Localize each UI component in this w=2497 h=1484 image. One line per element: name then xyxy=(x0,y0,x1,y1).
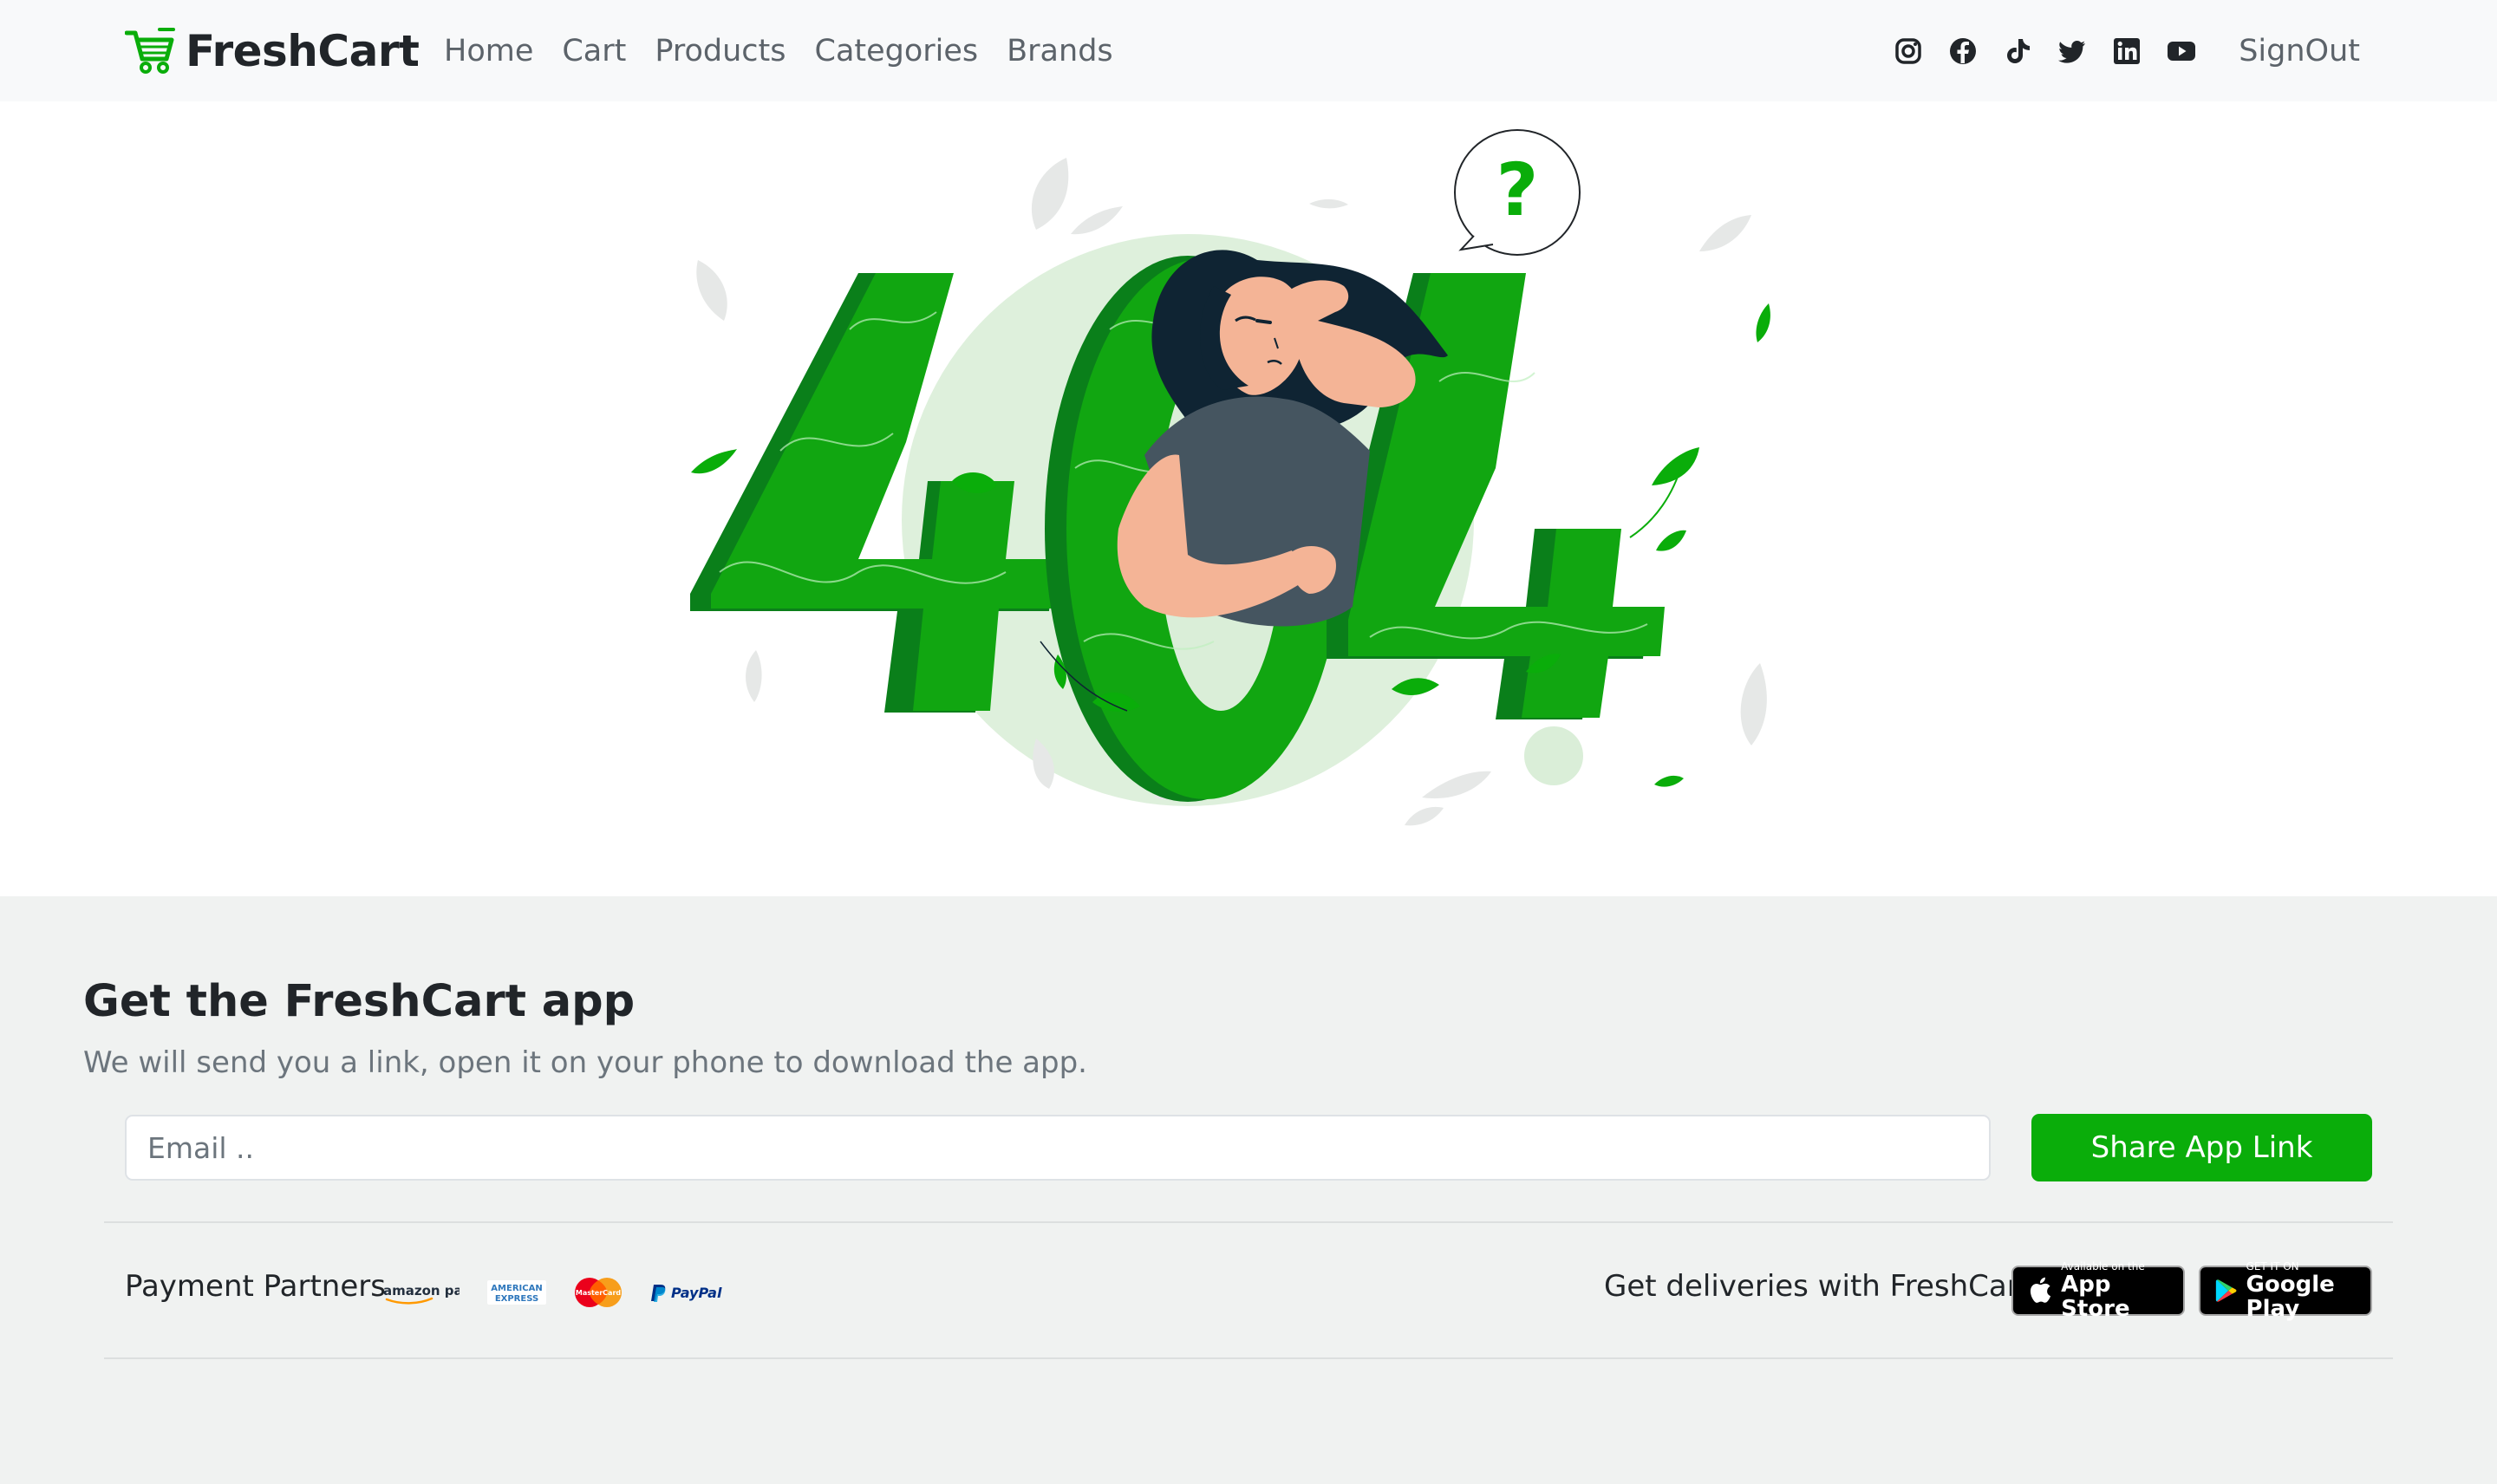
nav-link-home[interactable]: Home xyxy=(444,31,533,71)
footer: Get the FreshCart app We will send you a… xyxy=(0,896,2497,1484)
twitter-icon[interactable] xyxy=(2057,36,2087,66)
american-express-logo: AMERICAN EXPRESS xyxy=(487,1279,546,1305)
app-promo-title: Get the FreshCart app xyxy=(83,976,636,1027)
google-play-small-text: GET IT ON xyxy=(2246,1260,2299,1272)
footer-divider-bottom xyxy=(104,1357,2393,1359)
google-play-big-text: Google Play xyxy=(2246,1272,2335,1322)
nav-link-cart[interactable]: Cart xyxy=(562,31,626,71)
svg-text:amazon pay: amazon pay xyxy=(383,1283,460,1298)
linkedin-icon[interactable] xyxy=(2112,36,2142,66)
app-promo-subtitle: We will send you a link, open it on your… xyxy=(83,1045,1087,1080)
instagram-icon[interactable] xyxy=(1894,36,1923,66)
svg-text:PayPal: PayPal xyxy=(671,1285,722,1301)
app-store-small-text: Available on the xyxy=(2061,1260,2145,1272)
facebook-icon[interactable] xyxy=(1948,36,1978,66)
get-deliveries-label: Get deliveries with FreshCart xyxy=(1604,1269,2031,1304)
share-app-link-button[interactable]: Share App Link xyxy=(2031,1114,2372,1181)
apple-icon xyxy=(2030,1277,2051,1303)
nav-link-categories[interactable]: Categories xyxy=(815,31,979,71)
svg-text:EXPRESS: EXPRESS xyxy=(495,1294,538,1304)
payment-partners-label: Payment Partners xyxy=(125,1269,386,1304)
svg-text:AMERICAN: AMERICAN xyxy=(491,1284,542,1293)
main-nav: Home Cart Products Categories Brands xyxy=(444,31,1142,71)
svg-text:MasterCard: MasterCard xyxy=(576,1289,622,1297)
app-store-big-text: App Store xyxy=(2061,1272,2130,1322)
signout-link[interactable]: SignOut xyxy=(2239,31,2360,71)
youtube-icon[interactable] xyxy=(2167,36,2196,66)
app-store-badge[interactable]: Available on the App Store xyxy=(2011,1260,2185,1321)
shopping-cart-icon xyxy=(125,28,175,74)
navbar: FreshCart Home Cart Products Categories … xyxy=(0,0,2497,101)
404-not-found-illustration: ? xyxy=(690,129,1770,826)
google-play-icon xyxy=(2215,1279,2237,1302)
mastercard-logo: MasterCard xyxy=(572,1278,624,1307)
tiktok-icon[interactable] xyxy=(2003,36,2032,66)
question-mark: ? xyxy=(1496,147,1539,232)
google-play-badge[interactable]: GET IT ON Google Play xyxy=(2199,1260,2372,1321)
email-input[interactable] xyxy=(125,1115,1991,1181)
paypal-logo: PayPal xyxy=(650,1279,723,1305)
amazon-pay-logo: amazon pay xyxy=(383,1279,460,1305)
question-speech-bubble: ? xyxy=(1454,129,1581,256)
nav-link-brands[interactable]: Brands xyxy=(1007,31,1112,71)
brand-logo[interactable]: FreshCart xyxy=(125,26,420,76)
decorative-dot xyxy=(1524,726,1583,785)
footer-divider-top xyxy=(104,1221,2393,1223)
nav-social: SignOut xyxy=(1894,31,2360,71)
nav-link-products[interactable]: Products xyxy=(655,31,786,71)
brand-name: FreshCart xyxy=(186,26,420,76)
